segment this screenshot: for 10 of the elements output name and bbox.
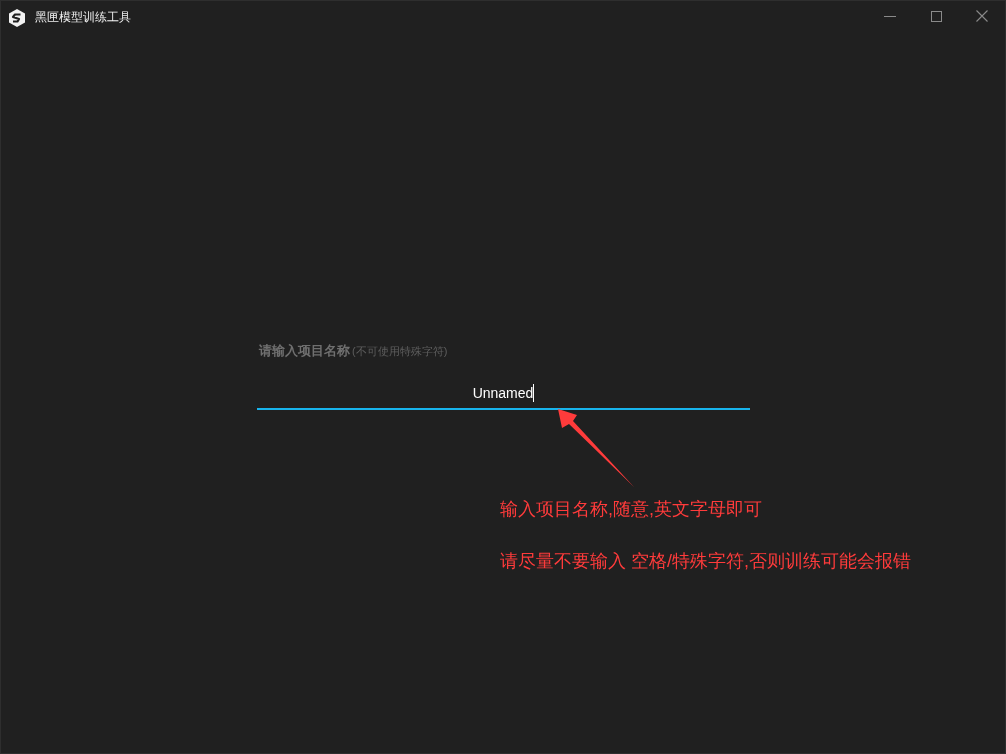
input-field[interactable]: Unnamed (257, 378, 750, 410)
close-icon (976, 10, 988, 22)
field-label: 请输入项目名称 (259, 342, 350, 360)
text-cursor (533, 384, 535, 402)
annotation-note: 请尽量不要输入 空格/特殊字符,否则训练可能会报错 (500, 550, 911, 573)
annotation-note: 输入项目名称,随意,英文字母即可 (500, 498, 762, 521)
app-logo-icon (8, 8, 26, 27)
maximize-icon (930, 10, 942, 22)
window-title: 黑匣模型训练工具 (35, 9, 131, 26)
minimize-icon (884, 15, 896, 17)
